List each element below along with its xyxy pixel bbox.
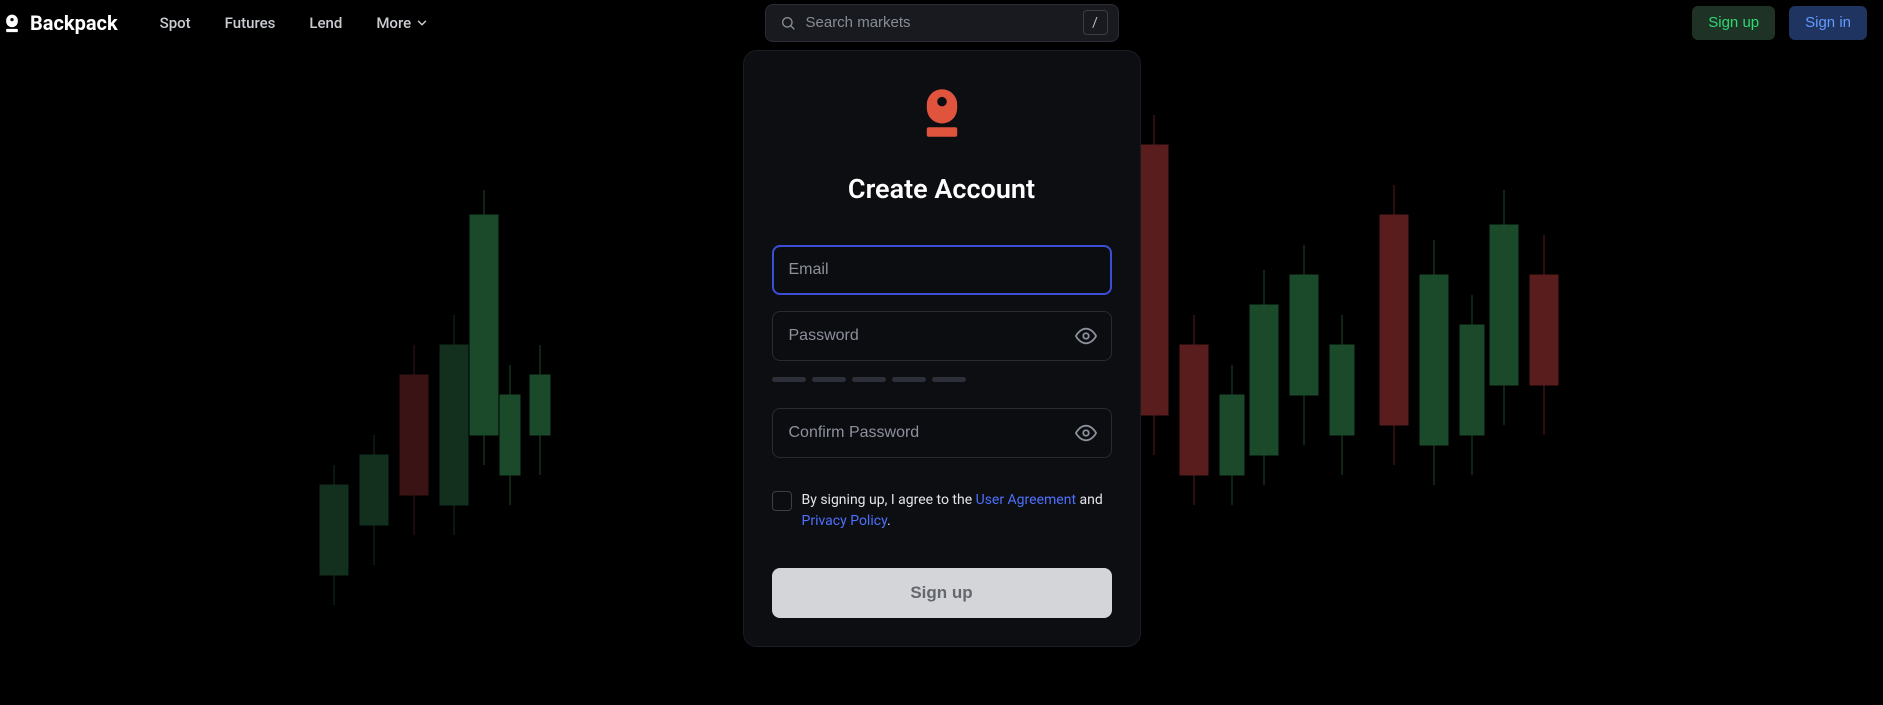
auth-buttons: Sign up Sign in xyxy=(1692,6,1867,40)
create-account-card: Create Account By signing up, I agree to… xyxy=(743,50,1141,647)
card-logo-icon xyxy=(923,87,961,143)
eye-icon[interactable] xyxy=(1075,325,1097,347)
main-nav: Spot Futures Lend More xyxy=(160,14,430,32)
header-signup-button[interactable]: Sign up xyxy=(1692,6,1775,40)
nav-spot[interactable]: Spot xyxy=(160,14,191,32)
user-agreement-link[interactable]: User Agreement xyxy=(976,492,1076,508)
email-field[interactable] xyxy=(772,245,1112,295)
strength-bar xyxy=(852,377,886,382)
terms-row: By signing up, I agree to the User Agree… xyxy=(772,490,1112,532)
eye-icon[interactable] xyxy=(1075,422,1097,444)
strength-bar xyxy=(812,377,846,382)
strength-bar xyxy=(892,377,926,382)
brand-logo[interactable]: Backpack xyxy=(2,11,118,35)
search-bar[interactable]: / xyxy=(765,4,1119,42)
strength-bar xyxy=(932,377,966,382)
privacy-policy-link[interactable]: Privacy Policy xyxy=(802,513,887,529)
search-input[interactable] xyxy=(806,14,1083,31)
card-title: Create Account xyxy=(848,173,1035,205)
confirm-password-field[interactable] xyxy=(789,424,1065,442)
chevron-down-icon xyxy=(415,16,429,30)
confirm-password-field-wrap xyxy=(772,408,1112,458)
search-shortcut-key: / xyxy=(1083,10,1108,35)
terms-prefix: By signing up, I agree to the xyxy=(802,492,976,508)
nav-lend[interactable]: Lend xyxy=(309,14,342,32)
backpack-icon xyxy=(2,13,22,33)
nav-more[interactable]: More xyxy=(376,14,429,32)
strength-bar xyxy=(772,377,806,382)
brand-text: Backpack xyxy=(30,11,118,35)
nav-more-label: More xyxy=(376,14,411,32)
terms-mid: and xyxy=(1076,492,1103,508)
nav-futures[interactable]: Futures xyxy=(225,14,276,32)
password-field[interactable] xyxy=(789,327,1065,345)
search-icon xyxy=(780,15,796,31)
terms-text: By signing up, I agree to the User Agree… xyxy=(802,490,1112,532)
terms-suffix: . xyxy=(887,513,891,529)
password-field-wrap xyxy=(772,311,1112,361)
password-strength-meter xyxy=(772,377,1112,382)
terms-checkbox[interactable] xyxy=(772,491,792,511)
header-signin-button[interactable]: Sign in xyxy=(1789,6,1867,40)
submit-signup-button[interactable]: Sign up xyxy=(772,568,1112,618)
header: Backpack Spot Futures Lend More / Sign u… xyxy=(0,0,1883,45)
